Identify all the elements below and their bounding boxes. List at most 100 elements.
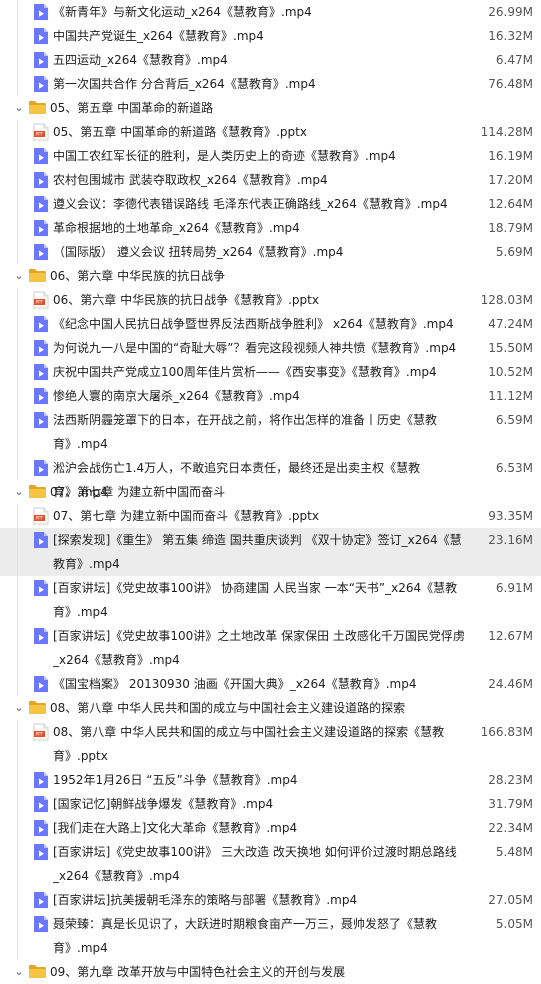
- video-file-icon: [33, 891, 49, 909]
- file-row[interactable]: 《新青年》与新文化运动_x264《慧教育》.mp4 26.99M: [0, 0, 541, 24]
- file-name: 聂荣臻：真是长见识了，大跃进时期粮食亩产一万三，聂帅发怒了《慧教育》.mp4: [53, 917, 438, 955]
- file-name: [百家讲坛]抗美援朝毛泽东的策略与部署《慧教育》.mp4: [53, 893, 358, 907]
- chevron-down-icon[interactable]: ⌄: [13, 264, 25, 288]
- file-row[interactable]: [百家讲坛]《党史故事100讲》 协商建国 人民当家 一本“天书”_x264《慧…: [0, 576, 541, 624]
- file-size: 15.50M: [488, 341, 533, 355]
- file-name: 革命根据地的土地革命_x264《慧教育》.mp4: [53, 221, 300, 235]
- file-size: 11.12M: [488, 389, 533, 403]
- folder-icon: [29, 964, 46, 978]
- file-name: 07、第七章 为建立新中国而奋斗《慧教育》.pptx: [53, 509, 319, 523]
- file-name: 1952年1月26日 “五反”斗争《慧教育》.mp4: [53, 773, 298, 787]
- file-row[interactable]: 惨绝人寰的南京大屠杀_x264《慧教育》.mp4 11.12M: [0, 384, 541, 408]
- video-file-icon: [33, 915, 49, 933]
- file-size: 166.83M: [480, 725, 533, 739]
- file-row[interactable]: 聂荣臻：真是长见识了，大跃进时期粮食亩产一万三，聂帅发怒了《慧教育》.mp4 5.…: [0, 912, 541, 960]
- file-name: 《纪念中国人民抗日战争暨世界反法西斯战争胜利》 x264《慧教育》.mp4: [53, 317, 454, 331]
- file-name: 《国宝档案》 20130930 油画《开国大典》_x264《慧教育》.mp4: [53, 677, 417, 691]
- file-row[interactable]: PPT 06、第六章 中华民族的抗日战争《慧教育》.pptx 128.03M: [0, 288, 541, 312]
- svg-text:PPT: PPT: [36, 516, 44, 521]
- file-row[interactable]: PPT 08、第八章 中华人民共和国的成立与中国社会主义建设道路的探索《慧教育》.…: [0, 720, 541, 768]
- tree-guide-line: [17, 0, 18, 96]
- file-name: 05、第五章 中国革命的新道路《慧教育》.pptx: [53, 125, 307, 139]
- video-file-icon: [33, 675, 49, 693]
- file-row[interactable]: 淞沪会战伤亡1.4万人，不敢追究日本责任，最终还是出卖主权《慧教育》.mp4 6.…: [0, 456, 541, 499]
- pptx-file-icon: PPT: [33, 723, 49, 741]
- video-file-icon: [33, 315, 49, 333]
- file-row[interactable]: （国际版） 遵义会议 扭转局势_x264《慧教育》.mp4 5.69M: [0, 240, 541, 264]
- file-row[interactable]: 第一次国共合作 分合背后_x264《慧教育》.mp4 76.48M: [0, 72, 541, 96]
- chevron-down-icon[interactable]: ⌄: [13, 696, 25, 720]
- file-name: [百家讲坛]《党史故事100讲》 协商建国 人民当家 一本“天书”_x264《慧…: [53, 581, 458, 619]
- file-size: 17.20M: [488, 173, 533, 187]
- chevron-down-icon[interactable]: ⌄: [13, 480, 25, 504]
- file-name: 法西斯阴霾笼罩下的日本，在开战之前，将作出怎样的准备丨历史《慧教育》.mp4: [53, 413, 438, 451]
- file-row[interactable]: 农村包围城市 武装夺取政权_x264《慧教育》.mp4 17.20M: [0, 168, 541, 192]
- file-row[interactable]: 五四运动_x264《慧教育》.mp4 6.47M: [0, 48, 541, 72]
- folder-row[interactable]: ⌄ 07、第七章 为建立新中国而奋斗: [0, 480, 541, 504]
- video-file-icon: [33, 531, 49, 549]
- file-size: 24.46M: [488, 677, 533, 691]
- svg-text:PPT: PPT: [36, 132, 44, 137]
- folder-row[interactable]: ⌄ 06、第六章 中华民族的抗日战争: [0, 264, 541, 288]
- video-file-icon: [33, 459, 49, 477]
- video-file-icon: [33, 843, 49, 861]
- file-name: [我们走在大路上]文化大革命《慧教育》.mp4: [53, 821, 298, 835]
- file-row[interactable]: [百家讲坛]抗美援朝毛泽东的策略与部署《慧教育》.mp4 27.05M: [0, 888, 541, 912]
- chevron-down-icon[interactable]: ⌄: [13, 960, 25, 984]
- file-name: [国家记忆]朝鲜战争爆发《慧教育》.mp4: [53, 797, 274, 811]
- file-size: 27.05M: [488, 893, 533, 907]
- chevron-down-icon[interactable]: ⌄: [13, 96, 25, 120]
- tree-guide-line: [17, 504, 18, 696]
- file-row[interactable]: [百家讲坛]《党史故事100讲》之土地改革 保家保田 土改感化千万国民党俘虏_x…: [0, 624, 541, 672]
- pptx-file-icon: PPT: [33, 291, 49, 309]
- video-file-icon: [33, 27, 49, 45]
- file-row[interactable]: 革命根据地的土地革命_x264《慧教育》.mp4 18.79M: [0, 216, 541, 240]
- video-file-icon: [33, 771, 49, 789]
- file-size: 47.24M: [488, 317, 533, 331]
- svg-text:PPT: PPT: [36, 732, 44, 737]
- file-row[interactable]: 法西斯阴霾笼罩下的日本，在开战之前，将作出怎样的准备丨历史《慧教育》.mp4 6.…: [0, 408, 541, 456]
- folder-name: 08、第八章 中华人民共和国的成立与中国社会主义建设道路的探索: [50, 701, 406, 715]
- file-size: 93.35M: [488, 509, 533, 523]
- video-file-icon: [33, 339, 49, 357]
- video-file-icon: [33, 3, 49, 21]
- file-name: 为何说九一八是中国的“奇耻大辱”？看完这段视频人神共愤《慧教育》.mp4: [53, 341, 457, 355]
- file-row[interactable]: 中国工农红军长征的胜利，是人类历史上的奇迹《慧教育》.mp4 16.19M: [0, 144, 541, 168]
- video-file-icon: [33, 219, 49, 237]
- video-file-icon: [33, 387, 49, 405]
- file-name: 五四运动_x264《慧教育》.mp4: [53, 53, 228, 67]
- file-row[interactable]: [探索发现]《重生》 第五集 缔造 国共重庆谈判 《双十协定》签订_x264《慧…: [0, 528, 541, 576]
- file-name: [百家讲坛]《党史故事100讲》之土地改革 保家保田 土改感化千万国民党俘虏_x…: [53, 629, 465, 667]
- file-row[interactable]: 庆祝中国共产党成立100周年佳片赏析——《西安事变》《慧教育》.mp4 10.52…: [0, 360, 541, 384]
- file-row[interactable]: [国家记忆]朝鲜战争爆发《慧教育》.mp4 31.79M: [0, 792, 541, 816]
- file-row[interactable]: 中国共产党诞生_x264《慧教育》.mp4 16.32M: [0, 24, 541, 48]
- folder-row[interactable]: ⌄ 08、第八章 中华人民共和国的成立与中国社会主义建设道路的探索: [0, 696, 541, 720]
- file-size: 12.64M: [488, 197, 533, 211]
- file-row[interactable]: [百家讲坛]《党史故事100讲》 三大改造 改天换地 如何评价过渡时期总路线_x…: [0, 840, 541, 888]
- file-size: 128.03M: [480, 293, 533, 307]
- folder-icon: [29, 700, 46, 714]
- video-file-icon: [33, 195, 49, 213]
- folder-icon: [29, 268, 46, 282]
- folder-row[interactable]: ⌄ 05、第五章 中国革命的新道路: [0, 96, 541, 120]
- file-row[interactable]: [我们走在大路上]文化大革命《慧教育》.mp4 22.34M: [0, 816, 541, 840]
- file-row[interactable]: 《纪念中国人民抗日战争暨世界反法西斯战争胜利》 x264《慧教育》.mp4 47.…: [0, 312, 541, 336]
- pptx-file-icon: PPT: [33, 123, 49, 141]
- file-row[interactable]: PPT 05、第五章 中国革命的新道路《慧教育》.pptx 114.28M: [0, 120, 541, 144]
- file-row[interactable]: PPT 07、第七章 为建立新中国而奋斗《慧教育》.pptx 93.35M: [0, 504, 541, 528]
- file-size: 76.48M: [488, 77, 533, 91]
- file-size: 6.53M: [495, 461, 533, 475]
- svg-text:PPT: PPT: [36, 300, 44, 305]
- file-row[interactable]: 遵义会议：李德代表错误路线 毛泽东代表正确路线_x264《慧教育》.mp4 12.…: [0, 192, 541, 216]
- file-row[interactable]: 1952年1月26日 “五反”斗争《慧教育》.mp4 28.23M: [0, 768, 541, 792]
- file-name: 《新青年》与新文化运动_x264《慧教育》.mp4: [53, 5, 312, 19]
- file-row[interactable]: 《国宝档案》 20130930 油画《开国大典》_x264《慧教育》.mp4 24…: [0, 672, 541, 696]
- video-file-icon: [33, 363, 49, 381]
- tree-guide-line: [17, 288, 18, 480]
- file-row[interactable]: 为何说九一八是中国的“奇耻大辱”？看完这段视频人神共愤《慧教育》.mp4 15.5…: [0, 336, 541, 360]
- file-size: 6.91M: [495, 581, 533, 595]
- file-size: 22.34M: [488, 821, 533, 835]
- folder-name: 05、第五章 中国革命的新道路: [50, 101, 214, 115]
- folder-row[interactable]: ⌄ 09、第九章 改革开放与中国特色社会主义的开创与发展: [0, 960, 541, 984]
- file-size: 16.32M: [488, 29, 533, 43]
